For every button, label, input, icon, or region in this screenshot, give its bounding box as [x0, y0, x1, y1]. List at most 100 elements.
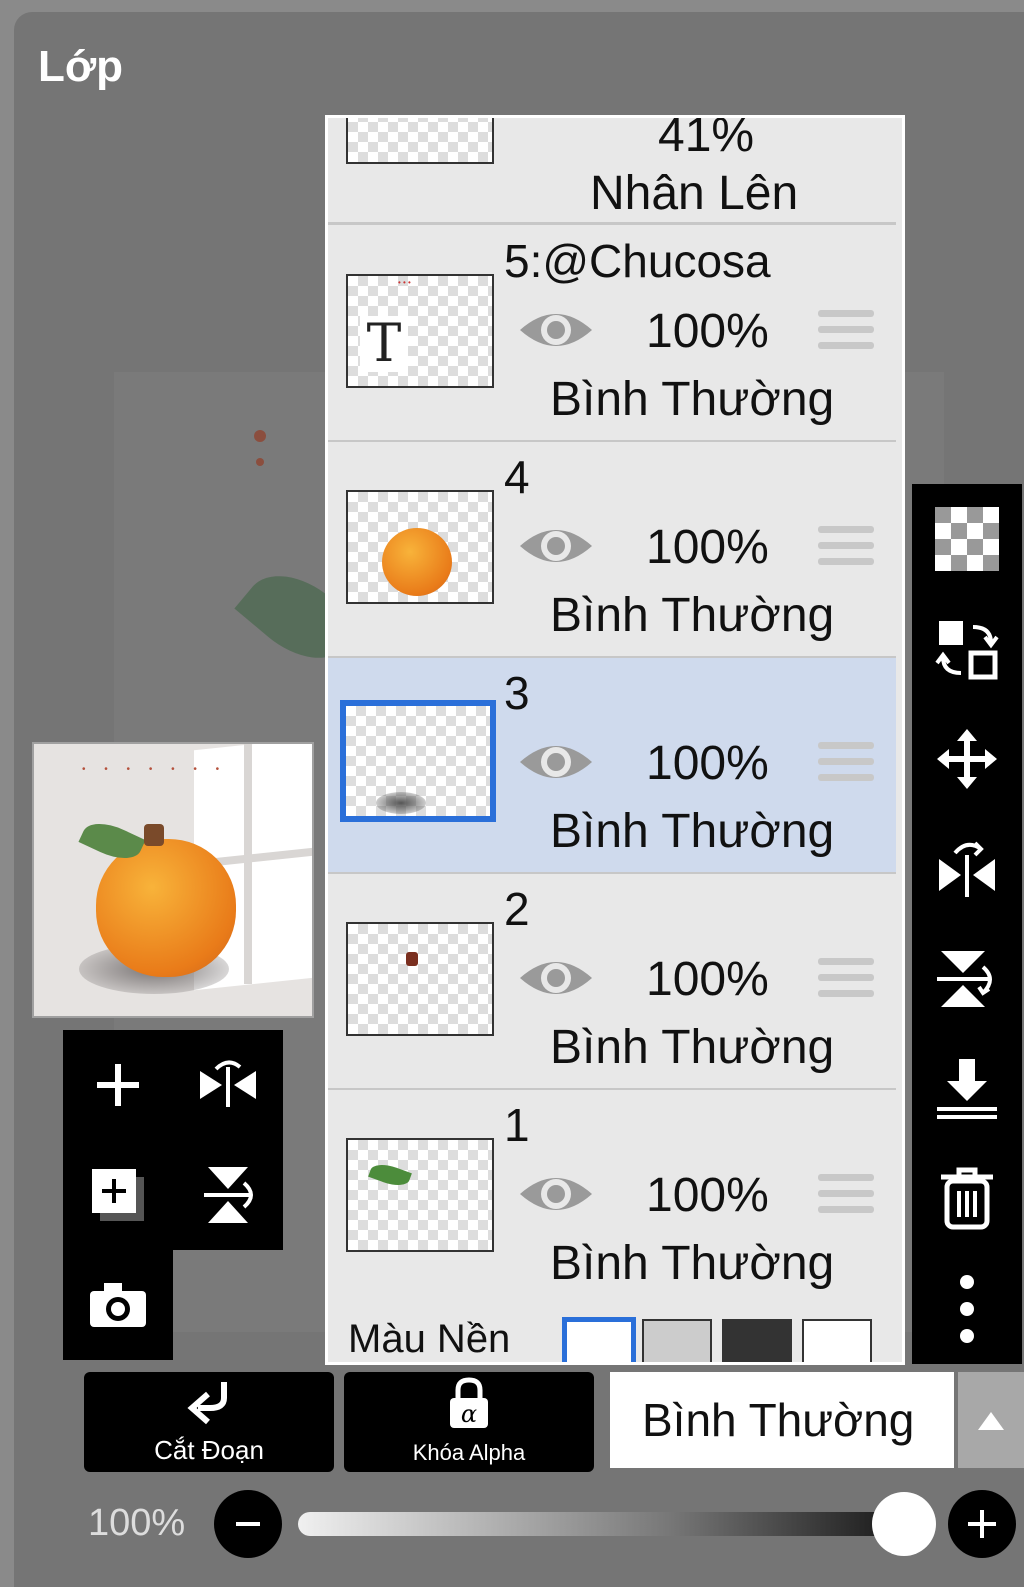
preview-dots: • • • • • • •	[82, 764, 228, 775]
camera-tool	[63, 1250, 173, 1360]
visibility-toggle[interactable]	[518, 522, 594, 575]
layer-name: 2	[504, 883, 530, 935]
window-frame	[244, 744, 252, 984]
flip-horizontal-icon	[200, 1060, 256, 1107]
bg-dark-swatch[interactable]	[722, 1319, 792, 1362]
eye-icon	[520, 314, 592, 346]
shadow-art	[376, 792, 426, 814]
drag-handle[interactable]	[818, 526, 874, 570]
stem-art	[406, 952, 418, 966]
add-layer-button[interactable]	[63, 1030, 173, 1140]
opacity-slider[interactable]	[298, 1512, 918, 1536]
lock-icon: α	[450, 1377, 488, 1428]
flip-vertical-button[interactable]	[173, 1140, 283, 1250]
visibility-toggle[interactable]	[518, 738, 594, 791]
layer-name: 1	[504, 1099, 530, 1151]
visibility-toggle[interactable]	[518, 1170, 594, 1223]
layer-thumbnail[interactable]	[346, 490, 494, 604]
layer-blend-mode: Bình Thường	[550, 1021, 835, 1074]
plus-icon	[968, 1510, 996, 1538]
layer-opacity: 100%	[646, 521, 769, 574]
decrease-opacity-button[interactable]	[214, 1490, 282, 1558]
camera-button[interactable]	[63, 1250, 173, 1360]
blend-mode-dropdown-button[interactable]	[958, 1372, 1024, 1468]
layer-opacity: 41%	[658, 115, 755, 162]
visibility-toggle[interactable]	[518, 954, 594, 1007]
layer-name: 4	[504, 451, 530, 503]
canvas-dot	[256, 458, 264, 466]
layer-thumbnail[interactable]: T • • •	[346, 274, 494, 388]
alpha-symbol: α	[461, 1400, 477, 1428]
move-button[interactable]	[912, 704, 1022, 814]
layer-row[interactable]: 3 100% Bình Thường	[328, 658, 896, 875]
chevron-up-icon	[978, 1412, 1004, 1430]
swap-icon	[935, 621, 999, 680]
swap-layer-button[interactable]	[912, 594, 1022, 704]
layer-row[interactable]: 2 100% Bình Thường	[328, 874, 896, 1091]
drag-handle[interactable]	[818, 742, 874, 786]
blend-mode-select[interactable]: Bình Thường	[610, 1372, 954, 1468]
preview-peach	[96, 839, 236, 977]
drag-handle[interactable]	[818, 958, 874, 1002]
flip-horizontal-button[interactable]	[173, 1030, 283, 1140]
layer-opacity: 100%	[646, 1169, 769, 1222]
drag-handle[interactable]	[818, 1174, 874, 1218]
delete-layer-button[interactable]	[912, 1144, 1022, 1254]
page-title: Lớp	[38, 42, 124, 91]
right-toolbar	[912, 484, 1022, 1364]
more-vertical-icon	[960, 1275, 974, 1343]
eye-icon	[520, 1178, 592, 1210]
layer-thumbnail	[346, 118, 494, 164]
merge-down-icon	[937, 1059, 997, 1119]
bg-transparent-swatch[interactable]	[642, 1319, 712, 1362]
layer-opacity: 100%	[646, 737, 769, 790]
layer-row-partial[interactable]: 41% Nhân Lên	[328, 115, 896, 225]
clip-arrow-icon	[187, 1382, 227, 1425]
merge-down-button[interactable]	[912, 1034, 1022, 1144]
layer-thumbnail[interactable]	[340, 700, 496, 822]
flip-vertical-icon	[204, 1167, 253, 1223]
layer-row[interactable]: 4 100% Bình Thường	[328, 442, 896, 659]
layer-name: 3	[504, 667, 530, 719]
layer-row[interactable]: 1 100% Bình Thường	[328, 1090, 896, 1307]
increase-opacity-button[interactable]	[948, 1490, 1016, 1558]
clip-label: Cắt Đoạn	[154, 1435, 264, 1465]
blend-mode-value: Bình Thường	[642, 1394, 915, 1446]
canvas-preview[interactable]: • • • • • • •	[32, 742, 314, 1018]
layer-blend-mode: Nhân Lên	[590, 167, 799, 220]
layer-thumbnail[interactable]	[346, 1138, 494, 1252]
eye-icon	[520, 746, 592, 778]
layer-thumbnail[interactable]	[346, 922, 494, 1036]
flip-vertical-layer-button[interactable]	[912, 924, 1022, 1034]
layer-opacity: 100%	[646, 953, 769, 1006]
bg-white-swatch[interactable]	[562, 1317, 636, 1362]
layer-blend-mode: Bình Thường	[550, 1237, 835, 1290]
layer-blend-mode: Bình Thường	[550, 589, 835, 642]
alpha-lock-button[interactable]: α Khóa Alpha	[344, 1372, 594, 1472]
layer-opacity: 100%	[646, 305, 769, 358]
minus-icon	[236, 1522, 260, 1526]
flip-horizontal-layer-button[interactable]	[912, 814, 1022, 924]
clip-button[interactable]: Cắt Đoạn	[84, 1372, 334, 1472]
trash-icon	[941, 1167, 993, 1230]
visibility-toggle[interactable]	[518, 306, 594, 359]
peach-art	[382, 528, 452, 596]
duplicate-icon	[92, 1169, 144, 1221]
flip-vertical-icon	[937, 951, 992, 1007]
layer-blend-mode: Bình Thường	[550, 805, 835, 858]
background-color-row: Màu Nền	[328, 1303, 896, 1362]
drag-handle[interactable]	[818, 310, 874, 354]
eye-icon	[520, 962, 592, 994]
layer-list[interactable]: 41% Nhân Lên T • • • 5:@Chucosa 100% Bình Th…	[325, 115, 905, 1365]
opacity-slider-handle[interactable]	[872, 1492, 936, 1556]
more-options-button[interactable]	[912, 1254, 1022, 1364]
transparency-button[interactable]	[912, 484, 1022, 594]
layer-blend-mode: Bình Thường	[550, 373, 835, 426]
layer-name: 5:@Chucosa	[504, 235, 771, 287]
checkerboard-icon	[935, 507, 999, 571]
duplicate-layer-button[interactable]	[63, 1140, 173, 1250]
bg-none-swatch[interactable]	[802, 1319, 872, 1362]
background-label: Màu Nền	[348, 1317, 511, 1361]
layer-row[interactable]: T • • • 5:@Chucosa 100% Bình Thường	[328, 226, 896, 443]
eye-icon	[520, 530, 592, 562]
